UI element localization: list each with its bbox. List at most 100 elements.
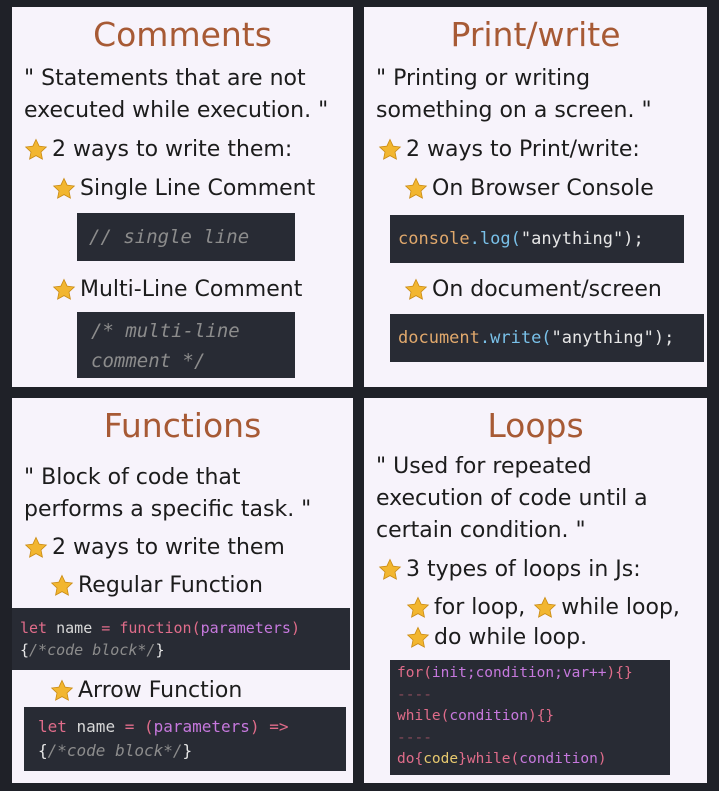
regular-function-code-block: let name = function(parameters) {/*code …	[12, 608, 350, 670]
loops-desc-line1: " Used for repeated	[376, 454, 592, 479]
while-loop-code: while(condition){}	[397, 706, 670, 728]
loops-dowhile-row: do while loop.	[406, 625, 587, 650]
reg-eq: =	[101, 619, 111, 637]
doc-obj: document	[398, 328, 480, 348]
code-separator: ----	[397, 686, 432, 703]
while-end: ){}	[527, 708, 555, 724]
comments-title: Comments	[93, 15, 272, 54]
reg-block-comment: /*code block*/	[29, 641, 156, 659]
doc-end: );	[653, 328, 675, 348]
star-icon	[378, 558, 402, 582]
console-arg: "anything"	[520, 229, 624, 249]
functions-arrow-row: Arrow Function	[50, 678, 242, 703]
print-title: Print/write	[450, 15, 621, 54]
arr-arrow: =>	[259, 717, 289, 736]
document-code-block: document.write("anything");	[390, 314, 704, 362]
loops-title: Loops	[487, 406, 584, 445]
comments-desc-line2: executed while execution. "	[24, 98, 329, 123]
comments-multi-row: Multi-Line Comment	[52, 277, 302, 302]
comments-single-label: Single Line Comment	[80, 176, 316, 201]
loops-code-block: for(init;condition;var++){} ---- while(c…	[390, 660, 670, 775]
regular-function-line2: {/*code block*/}	[20, 639, 350, 661]
loops-desc-line3: certain condition. "	[376, 518, 586, 543]
star-icon	[50, 679, 74, 703]
print-desc-line2: something on a screen. "	[376, 98, 652, 123]
console-obj: console	[398, 229, 470, 249]
functions-desc-line1: " Block of code that	[24, 465, 241, 490]
loops-dowhile-label: do while loop.	[434, 625, 588, 650]
do-end: )	[597, 751, 607, 767]
star-icon	[404, 278, 428, 302]
while-keyword: while(	[397, 708, 450, 724]
doc-method: .write(	[479, 328, 552, 348]
reg-block-open: {	[20, 641, 30, 659]
arr-name: name	[66, 717, 125, 736]
do-condition: condition	[519, 751, 598, 767]
comments-ways-row: 2 ways to write them:	[24, 137, 292, 162]
functions-regular-label: Regular Function	[78, 573, 263, 598]
star-icon	[533, 596, 557, 620]
star-icon	[52, 177, 76, 201]
print-console-row: On Browser Console	[404, 176, 654, 201]
single-line-code-block: // single line	[77, 213, 295, 261]
reg-let-keyword: let	[20, 619, 48, 637]
arr-eq: =	[124, 717, 135, 736]
loops-while-label: while loop,	[561, 595, 680, 620]
functions-arrow-label: Arrow Function	[78, 678, 243, 703]
comments-single-row: Single Line Comment	[52, 176, 315, 201]
arrow-function-line1: let name = (parameters) =>	[38, 715, 346, 739]
reg-name: name	[47, 619, 102, 637]
star-icon	[24, 536, 48, 560]
arr-close: )	[249, 717, 260, 736]
comments-panel: Comments " Statements that are not execu…	[12, 7, 353, 387]
print-panel: Print/write " Printing or writing someth…	[364, 7, 707, 387]
functions-panel: Functions " Block of code that performs …	[12, 398, 353, 783]
while-body: condition	[449, 708, 528, 724]
loops-types-text: 3 types of loops in Js:	[406, 557, 641, 582]
code-separator: ----	[397, 729, 432, 746]
arrow-function-line2: {/*code block*/}	[38, 739, 346, 763]
console-end: );	[623, 229, 644, 249]
loops-for-while-row: for loop, while loop,	[406, 595, 680, 620]
functions-regular-row: Regular Function	[50, 573, 263, 598]
reg-function-keyword: function(	[110, 619, 201, 637]
arr-open: (	[134, 717, 154, 736]
console-method: .log(	[469, 229, 521, 249]
arr-let-keyword: let	[38, 717, 67, 736]
arrow-function-code-block: let name = (parameters) => {/*code block…	[24, 707, 346, 771]
console-code-block: console.log("anything");	[390, 215, 684, 263]
loops-for-label: for loop,	[434, 595, 526, 620]
doc-arg: "anything"	[551, 328, 654, 348]
print-ways-text: 2 ways to Print/write:	[406, 137, 640, 162]
do-body: code	[423, 751, 459, 767]
print-console-label: On Browser Console	[432, 176, 654, 201]
functions-desc-line2: performs a specific task. "	[24, 497, 312, 522]
reg-block-close: }	[155, 641, 165, 659]
multi-line-code-block: /* multi-line comment */	[77, 312, 295, 378]
print-desc-line1: " Printing or writing	[376, 66, 591, 91]
multi-line-code-line2: comment */	[91, 350, 206, 372]
for-keyword: for(	[397, 665, 432, 681]
arr-block-close: }	[182, 741, 193, 760]
reg-close: )	[290, 619, 300, 637]
reg-param: parameters	[200, 619, 291, 637]
loops-panel: Loops " Used for repeated execution of c…	[364, 398, 707, 783]
single-line-code: // single line	[89, 226, 250, 248]
arr-param: parameters	[153, 717, 250, 736]
functions-ways-row: 2 ways to write them	[24, 535, 285, 560]
comments-multi-label: Multi-Line Comment	[80, 277, 303, 302]
functions-title: Functions	[103, 406, 262, 445]
do-while-loop-code: do{code}while(condition)	[397, 749, 670, 771]
do-keyword: do{	[397, 751, 424, 767]
star-icon	[50, 574, 74, 598]
arr-block-open: {	[38, 741, 48, 760]
star-icon	[404, 177, 428, 201]
for-body: init;condition;var++	[431, 665, 607, 681]
print-doc-row: On document/screen	[404, 277, 662, 302]
loops-types-row: 3 types of loops in Js:	[378, 557, 641, 582]
for-loop-code: for(init;condition;var++){}	[397, 663, 670, 685]
loops-desc-line2: execution of code until a	[376, 486, 648, 511]
functions-ways-text: 2 ways to write them	[52, 535, 285, 560]
comments-ways-text: 2 ways to write them:	[52, 137, 293, 162]
print-doc-label: On document/screen	[432, 277, 662, 302]
